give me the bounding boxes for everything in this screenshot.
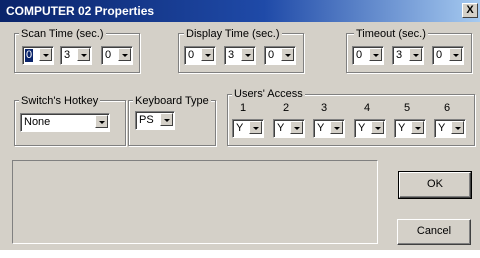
user-access-combo-4[interactable]: Y — [354, 119, 386, 138]
user-column-3-label: 3 — [321, 102, 328, 114]
scan-time-combo-1[interactable]: 0 — [22, 46, 54, 65]
window-title: COMPUTER 02 Properties — [6, 4, 155, 18]
combo-value: Y — [317, 122, 325, 134]
keyboard-type-label: Keyboard Type — [133, 95, 211, 107]
chevron-down-icon[interactable] — [330, 121, 343, 134]
chevron-down-icon[interactable] — [160, 113, 173, 126]
scan-time-label: Scan Time (sec.) — [19, 28, 106, 40]
chevron-down-icon[interactable] — [201, 48, 214, 61]
timeout-combo-2[interactable]: 3 — [392, 46, 424, 65]
user-column-4-label: 4 — [364, 102, 371, 114]
chevron-down-icon[interactable] — [290, 121, 303, 134]
combo-value: None — [24, 116, 51, 128]
empty-panel — [12, 160, 378, 244]
timeout-combo-1[interactable]: 0 — [352, 46, 384, 65]
keyboard-type-combo[interactable]: PS — [135, 111, 175, 130]
scan-time-combo-3[interactable]: 0 — [101, 46, 133, 65]
title-bar[interactable]: COMPUTER 02 Properties X — [0, 0, 480, 22]
users-access-label: Users' Access — [232, 88, 305, 100]
combo-value: Y — [398, 122, 406, 134]
combo-value: 0 — [188, 49, 195, 61]
cancel-button[interactable]: Cancel — [397, 219, 471, 245]
chevron-down-icon[interactable] — [281, 48, 294, 61]
chevron-down-icon[interactable] — [411, 121, 424, 134]
combo-value: Y — [358, 122, 366, 134]
switch-hotkey-label: Switch's Hotkey — [19, 95, 101, 107]
cancel-button-label: Cancel — [416, 225, 452, 237]
chevron-down-icon[interactable] — [95, 115, 108, 128]
user-access-combo-3[interactable]: Y — [313, 119, 345, 138]
timeout-combo-3[interactable]: 0 — [432, 46, 464, 65]
combo-value: 3 — [228, 49, 235, 61]
close-button[interactable]: X — [462, 3, 478, 18]
chevron-down-icon[interactable] — [409, 48, 422, 61]
display-time-combo-2[interactable]: 3 — [224, 46, 256, 65]
timeout-label: Timeout (sec.) — [354, 28, 428, 40]
ok-button-label: OK — [427, 178, 443, 190]
chevron-down-icon[interactable] — [118, 48, 131, 61]
combo-value: 3 — [396, 49, 403, 61]
display-time-combo-1[interactable]: 0 — [184, 46, 216, 65]
user-column-5-label: 5 — [404, 102, 411, 114]
user-access-combo-1[interactable]: Y — [232, 119, 264, 138]
combo-value: 0 — [356, 49, 363, 61]
combo-value: PS — [139, 114, 154, 126]
user-access-combo-6[interactable]: Y — [434, 119, 466, 138]
combo-value: Y — [236, 122, 244, 134]
user-access-combo-5[interactable]: Y — [394, 119, 426, 138]
chevron-down-icon[interactable] — [371, 121, 384, 134]
ok-button[interactable]: OK — [398, 171, 472, 199]
chevron-down-icon[interactable] — [241, 48, 254, 61]
display-time-label: Display Time (sec.) — [184, 28, 282, 40]
combo-value: Y — [438, 122, 446, 134]
combo-value: 3 — [64, 49, 71, 61]
combo-value: Y — [277, 122, 285, 134]
chevron-down-icon[interactable] — [449, 48, 462, 61]
user-column-2-label: 2 — [283, 102, 290, 114]
user-column-1-label: 1 — [240, 102, 247, 114]
chevron-down-icon[interactable] — [77, 48, 90, 61]
close-icon: X — [466, 4, 474, 16]
chevron-down-icon[interactable] — [39, 48, 52, 61]
properties-dialog: COMPUTER 02 Properties X Scan Time (sec.… — [0, 0, 480, 250]
chevron-down-icon[interactable] — [451, 121, 464, 134]
user-column-6-label: 6 — [444, 102, 451, 114]
display-time-combo-3[interactable]: 0 — [264, 46, 296, 65]
user-access-combo-2[interactable]: Y — [273, 119, 305, 138]
switch-hotkey-combo[interactable]: None — [20, 113, 110, 132]
combo-value: 0 — [105, 49, 112, 61]
chevron-down-icon[interactable] — [369, 48, 382, 61]
combo-value: 0 — [268, 49, 275, 61]
scan-time-combo-2[interactable]: 3 — [60, 46, 92, 65]
chevron-down-icon[interactable] — [249, 121, 262, 134]
combo-value: 0 — [436, 49, 443, 61]
combo-value: 0 — [25, 49, 34, 62]
